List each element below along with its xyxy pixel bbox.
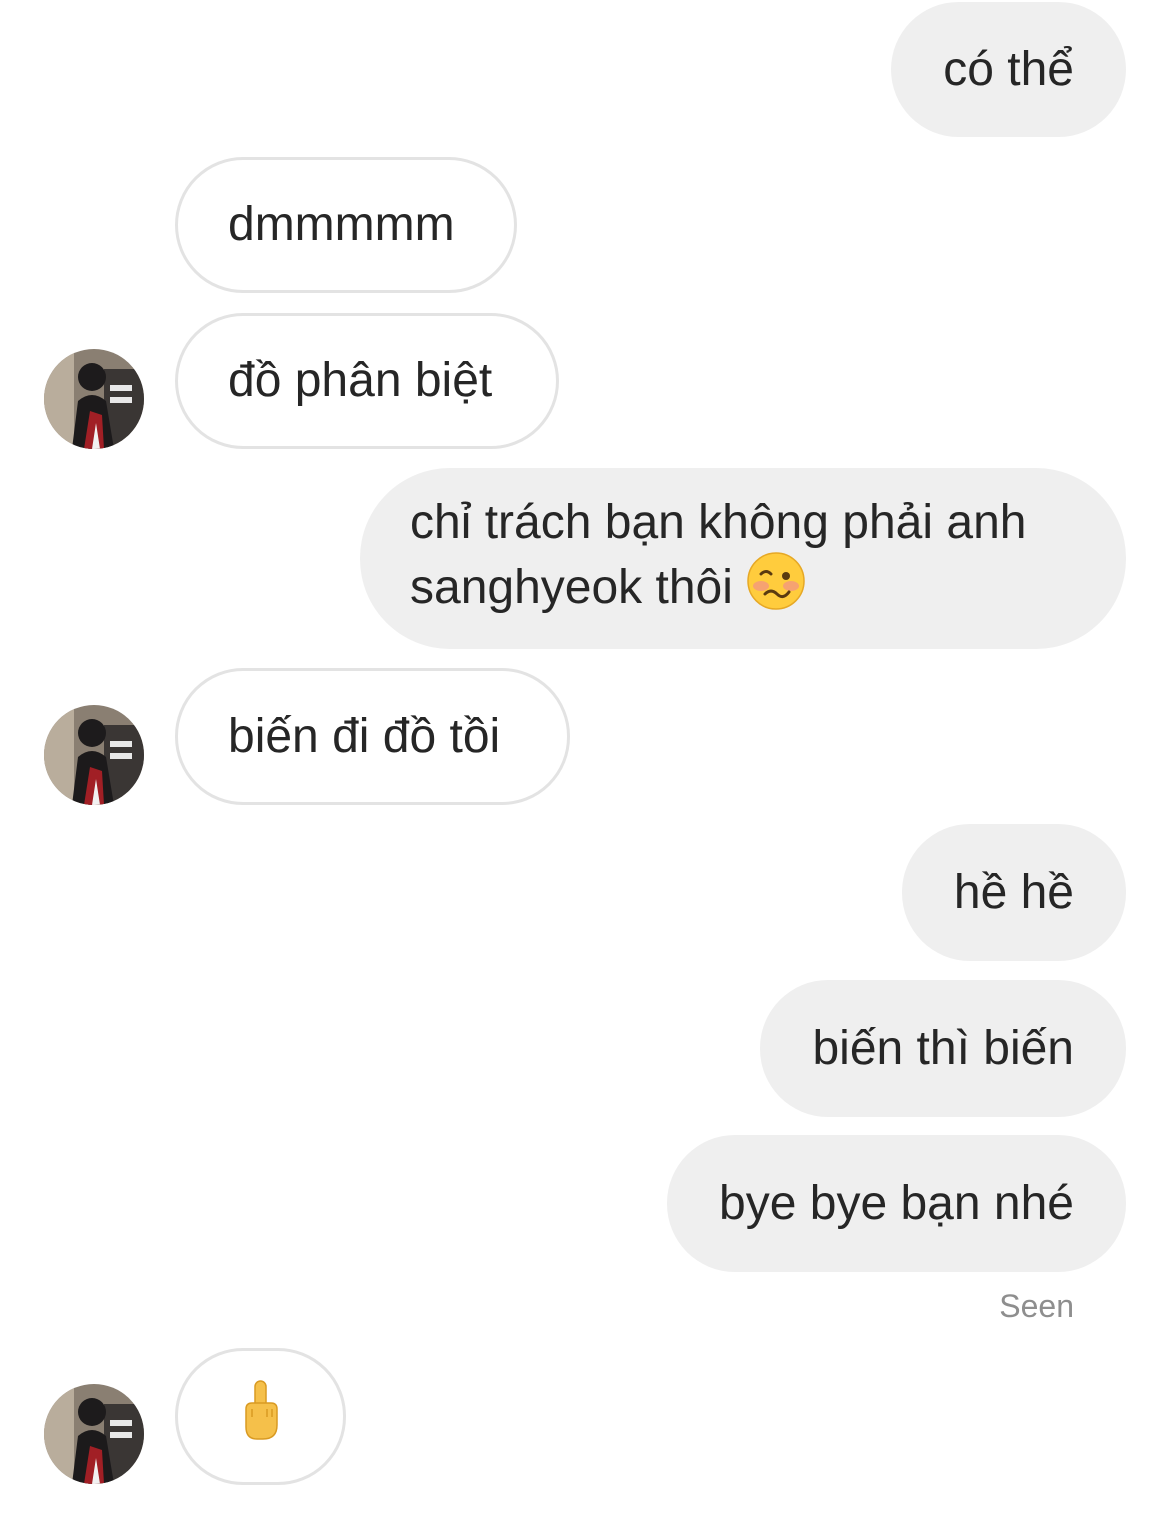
message-text: hề hề xyxy=(953,865,1074,919)
contact-avatar[interactable] xyxy=(44,349,144,449)
received-message-bubble[interactable]: đồ phân biệt xyxy=(175,313,559,449)
contact-avatar[interactable] xyxy=(44,1384,144,1484)
contact-avatar[interactable] xyxy=(44,705,144,805)
received-message-bubble[interactable]: biến đi đồ tồi xyxy=(175,668,570,805)
seen-status: Seen xyxy=(999,1288,1074,1324)
message-text-line: sanghyeok thôi xyxy=(410,560,733,614)
message-text-line: chỉ trách bạn không phải anh xyxy=(410,495,1027,549)
message-text: đồ phân biệt xyxy=(228,354,493,407)
message-text: biến đi đồ tồi xyxy=(228,709,501,763)
message-text: bye bye bạn nhé xyxy=(719,1176,1074,1230)
sent-message-bubble[interactable]: biến thì biến xyxy=(760,980,1126,1117)
message-text: dmmmmm xyxy=(228,198,455,251)
sent-message-bubble[interactable]: có thể xyxy=(891,2,1126,137)
woozy-face-icon xyxy=(747,551,805,624)
received-message-bubble[interactable]: dmmmmm xyxy=(175,157,517,293)
avatar-image xyxy=(44,1384,144,1484)
avatar-image xyxy=(44,705,144,805)
sent-message-bubble[interactable]: bye bye bạn nhé xyxy=(667,1135,1126,1272)
message-text: biến thì biến xyxy=(812,1021,1074,1075)
middle-finger-icon xyxy=(241,1379,281,1455)
message-text: có thể xyxy=(943,42,1074,96)
sent-message-bubble[interactable]: chỉ trách bạn không phải anh sanghyeok t… xyxy=(360,468,1126,649)
received-message-bubble[interactable] xyxy=(175,1348,346,1485)
sent-message-bubble[interactable]: hề hề xyxy=(901,824,1126,961)
avatar-image xyxy=(44,349,144,449)
